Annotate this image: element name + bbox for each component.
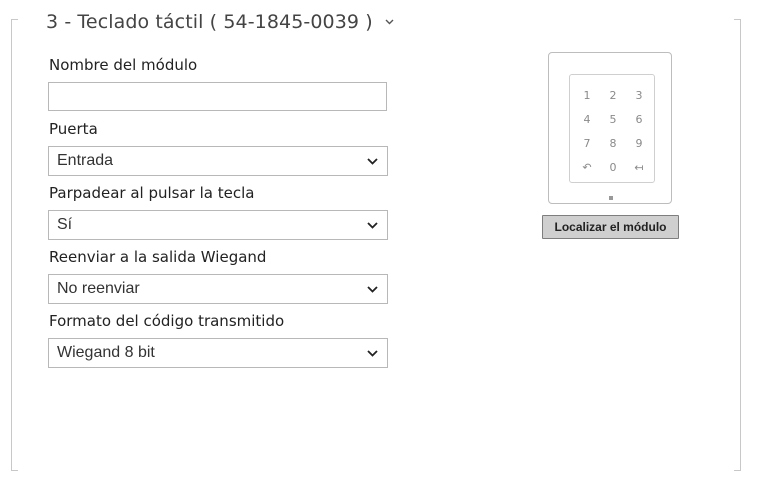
code-format-label: Formato del código transmitido: [49, 312, 285, 330]
keypad-panel: 1 2 3 4 5 6 7 8 9 ↶ 0 ↤: [569, 74, 655, 183]
section-header[interactable]: 3 - Teclado táctil ( 54-1845-0039 ): [46, 8, 401, 36]
status-led: [609, 196, 613, 200]
chevron-down-icon: [366, 219, 378, 231]
keypad-key: 6: [635, 112, 643, 126]
section-title: 3 - Teclado táctil ( 54-1845-0039 ): [46, 11, 373, 33]
keypad-key: 1: [583, 88, 591, 102]
wiegand-forward-select-value: No reenviar: [57, 280, 140, 297]
module-name-label: Nombre del módulo: [49, 56, 198, 74]
undo-key-icon: ↶: [582, 160, 592, 174]
module-name-input[interactable]: [48, 82, 387, 111]
keypad-key: 4: [583, 112, 591, 126]
blink-on-key-label: Parpadear al pulsar la tecla: [49, 184, 255, 202]
section-frame-right: [734, 19, 741, 471]
keypad-key: 2: [609, 88, 617, 102]
door-select-value: Entrada: [57, 152, 114, 169]
keypad-key: 5: [609, 112, 617, 126]
code-format-select[interactable]: Wiegand 8 bit: [48, 338, 388, 368]
locate-module-button[interactable]: Localizar el módulo: [542, 215, 679, 239]
chevron-down-icon: [366, 347, 378, 359]
keypad-key: 9: [635, 136, 643, 150]
keypad-key: 7: [583, 136, 591, 150]
wiegand-forward-select[interactable]: No reenviar: [48, 274, 388, 304]
chevron-down-icon: [366, 155, 378, 167]
keypad-keys: 1 2 3 4 5 6 7 8 9 ↶ 0 ↤: [574, 83, 652, 179]
enter-key-icon: ↤: [634, 160, 644, 174]
blink-on-key-select-value: Sí: [57, 216, 73, 233]
keypad-key: 8: [609, 136, 617, 150]
chevron-down-icon: [366, 283, 378, 295]
keypad-device-image: 1 2 3 4 5 6 7 8 9 ↶ 0 ↤: [548, 52, 672, 204]
section-frame-left: [11, 19, 18, 471]
door-label: Puerta: [49, 120, 98, 138]
keypad-key: 0: [609, 160, 617, 174]
chevron-down-icon[interactable]: [385, 17, 395, 27]
code-format-select-value: Wiegand 8 bit: [57, 344, 155, 361]
blink-on-key-select[interactable]: Sí: [48, 210, 388, 240]
keypad-key: 3: [635, 88, 643, 102]
door-select[interactable]: Entrada: [48, 146, 388, 176]
wiegand-forward-label: Reenviar a la salida Wiegand: [49, 248, 267, 266]
